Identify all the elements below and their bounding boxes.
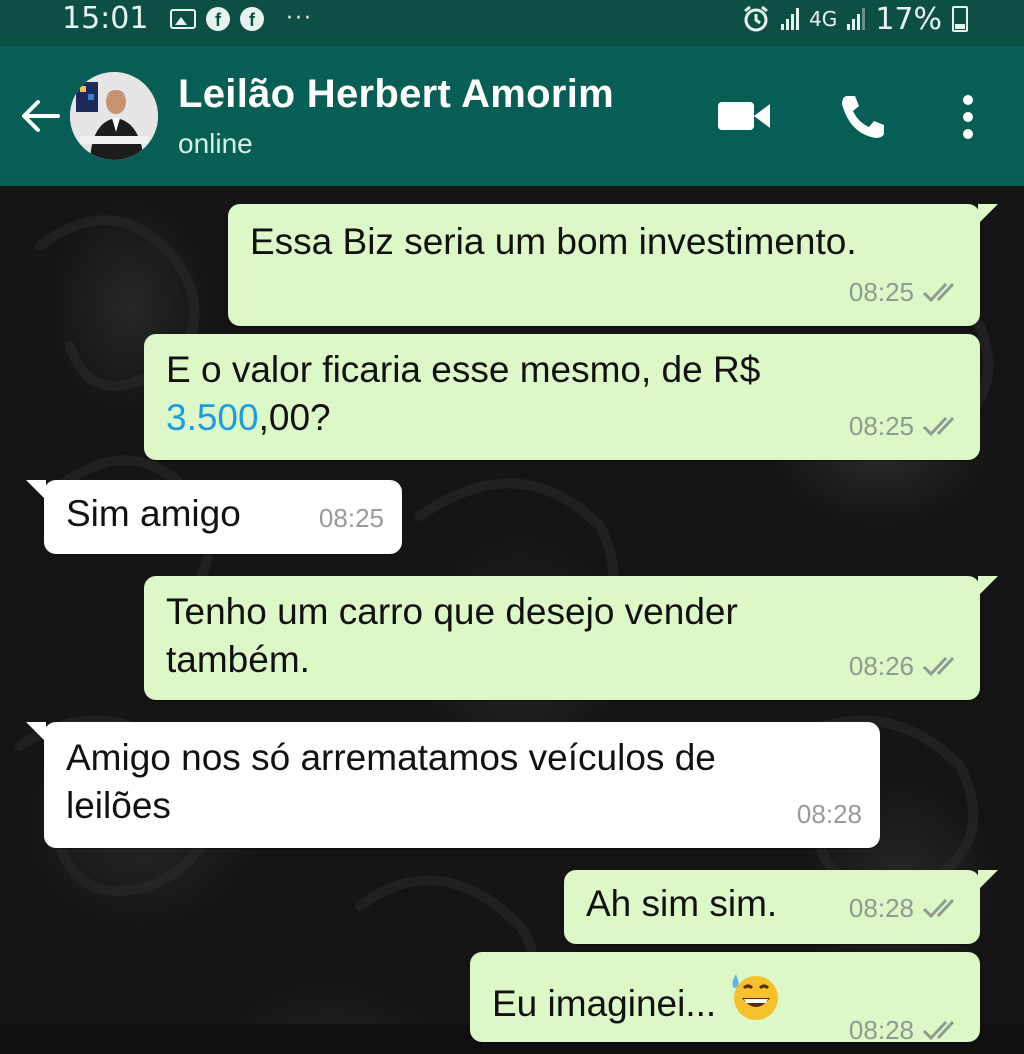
message-time: 08:25 [318,503,384,533]
facebook-icon: f [240,7,264,31]
message-text-tail: ,00? [258,397,331,438]
person-avatar-icon [70,72,158,160]
message-text: Tenho um carro que desejo vender também. [166,588,738,684]
phone-number-link[interactable]: 3.500 [166,397,259,438]
battery-percent: 17% [875,1,942,37]
message-incoming[interactable]: Amigo nos só arrematamos veículos de lei… [26,722,880,848]
message-outgoing[interactable]: Ah sim sim. 08:28 [564,870,998,944]
video-call-icon[interactable] [716,96,772,136]
message-text: Essa Biz seria um bom investimento. [250,221,857,262]
double-check-icon [922,282,955,303]
status-time: 15:01 [62,1,149,36]
double-check-icon [922,1020,955,1041]
message-meta: 08:26 [849,642,962,690]
system-icons: 4G 17% [741,0,968,38]
image-icon [170,9,196,29]
message-outgoing[interactable]: Essa Biz seria um bom investimento. 08:2… [228,204,998,326]
message-text: E o valor ficaria esse mesmo, de R$ 3.50… [166,346,760,442]
grinning-sweat-emoji-icon [732,974,779,1020]
double-check-icon [922,898,955,919]
message-meta: 08:25 [319,494,384,542]
battery-icon [952,6,968,32]
more-options-icon[interactable] [958,94,978,140]
message-time: 08:28 [848,893,914,923]
message-meta: 08:28 [797,790,862,838]
facebook-icon: f [206,7,230,31]
message-line: 3.500,00? [166,394,760,442]
more-dots-icon: ··· [286,6,313,31]
chat-area[interactable]: Essa Biz seria um bom investimento. 08:2… [0,186,1024,1045]
message-line: Tenho um carro que desejo vender [166,591,738,632]
message-incoming[interactable]: Sim amigo 08:25 [26,480,402,554]
message-time: 08:25 [848,411,914,441]
message-meta: 08:28 [849,884,962,932]
message-text: Eu imaginei... [492,970,782,1028]
message-text: Amigo nos só arrematamos veículos de lei… [66,734,716,830]
message-meta: 08:28 [849,1006,962,1054]
alarm-icon [744,5,769,32]
message-text: Sim amigo [66,493,241,534]
message-time: 08:28 [796,799,862,829]
chat-header: Leilão Herbert Amorim online [0,46,1024,186]
message-time: 08:25 [848,277,914,307]
signal-icon [781,8,800,30]
message-outgoing[interactable]: Eu imaginei... 08:28 [470,952,980,1045]
message-text: Ah sim sim. [586,883,778,924]
contact-status: online [178,128,253,159]
message-outgoing[interactable]: Tenho um carro que desejo vender também.… [144,576,998,700]
message-meta: 08:25 [849,402,962,450]
message-line: E o valor ficaria esse mesmo, de R$ [166,349,761,390]
message-time: 08:28 [848,1015,914,1045]
double-check-icon [922,416,955,437]
double-check-icon [922,656,955,677]
message-line: também. [166,639,310,680]
message-text-part: Eu imaginei... [492,983,717,1024]
signal-icon [847,8,866,30]
message-meta: 08:25 [849,268,962,316]
network-type: 4G [809,7,838,31]
avatar[interactable] [70,72,158,160]
voice-call-icon[interactable] [838,92,888,142]
notification-icons: f f ··· [170,4,313,34]
contact-name[interactable]: Leilão Herbert Amorim [178,72,614,117]
message-outgoing[interactable]: E o valor ficaria esse mesmo, de R$ 3.50… [144,334,980,460]
back-arrow-icon[interactable] [18,94,62,138]
message-time: 08:26 [848,651,914,681]
status-bar: 15:01 f f ··· 4G 17% [0,0,1024,46]
message-line: Amigo nos só arrematamos veículos de [66,737,716,778]
message-line: leilões [66,785,171,826]
